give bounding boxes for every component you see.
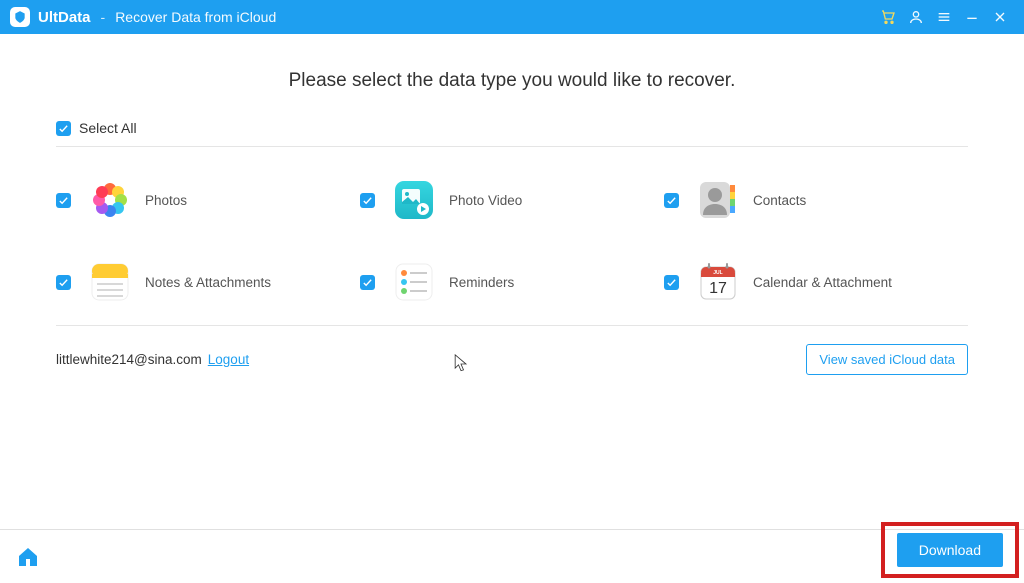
app-logo	[10, 7, 30, 27]
item-calendar[interactable]: JUL 17 Calendar & Attachment	[664, 261, 968, 303]
window-subtitle: Recover Data from iCloud	[115, 9, 276, 25]
item-label: Photo Video	[449, 193, 522, 208]
svg-text:JUL: JUL	[713, 270, 722, 276]
item-label: Notes & Attachments	[145, 275, 271, 290]
checkbox-notes[interactable]	[56, 275, 71, 290]
item-label: Contacts	[753, 193, 806, 208]
svg-text:17: 17	[709, 280, 727, 297]
reminders-icon	[393, 261, 435, 303]
titlebar: UltData - Recover Data from iCloud	[0, 0, 1024, 34]
separator	[56, 325, 968, 326]
photos-icon	[89, 179, 131, 221]
checkbox-reminders[interactable]	[360, 275, 375, 290]
item-label: Calendar & Attachment	[753, 275, 892, 290]
checkbox-photo-video[interactable]	[360, 193, 375, 208]
checkbox-contacts[interactable]	[664, 193, 679, 208]
select-all-row[interactable]: Select All	[56, 120, 968, 147]
item-photos[interactable]: Photos	[56, 179, 360, 221]
main-content: Please select the data type you would li…	[0, 34, 1024, 529]
item-label: Photos	[145, 193, 187, 208]
checkbox-calendar[interactable]	[664, 275, 679, 290]
view-saved-button[interactable]: View saved iCloud data	[806, 344, 968, 375]
cart-icon[interactable]	[874, 3, 902, 31]
title-separator: -	[101, 9, 106, 25]
minimize-icon[interactable]	[958, 3, 986, 31]
notes-icon	[89, 261, 131, 303]
contacts-icon	[697, 179, 739, 221]
account-email: littlewhite214@sina.com	[56, 352, 202, 367]
select-all-label: Select All	[79, 120, 137, 136]
download-highlight: Download	[881, 522, 1019, 578]
item-contacts[interactable]: Contacts	[664, 179, 968, 221]
app-name: UltData	[38, 9, 91, 26]
page-heading: Please select the data type you would li…	[56, 70, 968, 92]
select-all-checkbox[interactable]	[56, 121, 71, 136]
item-notes[interactable]: Notes & Attachments	[56, 261, 360, 303]
home-icon[interactable]	[16, 545, 40, 569]
calendar-icon: JUL 17	[697, 261, 739, 303]
data-type-grid: Photos Photo Video	[56, 179, 968, 303]
download-button[interactable]: Download	[897, 533, 1003, 567]
account-row: littlewhite214@sina.com Logout View save…	[56, 344, 968, 375]
logout-link[interactable]: Logout	[208, 352, 249, 367]
photo-video-icon	[393, 179, 435, 221]
bottom-bar: Download	[0, 529, 1024, 583]
close-icon[interactable]	[986, 3, 1014, 31]
item-reminders[interactable]: Reminders	[360, 261, 664, 303]
menu-icon[interactable]	[930, 3, 958, 31]
checkbox-photos[interactable]	[56, 193, 71, 208]
user-icon[interactable]	[902, 3, 930, 31]
cursor-icon	[454, 354, 468, 379]
item-label: Reminders	[449, 275, 514, 290]
item-photo-video[interactable]: Photo Video	[360, 179, 664, 221]
